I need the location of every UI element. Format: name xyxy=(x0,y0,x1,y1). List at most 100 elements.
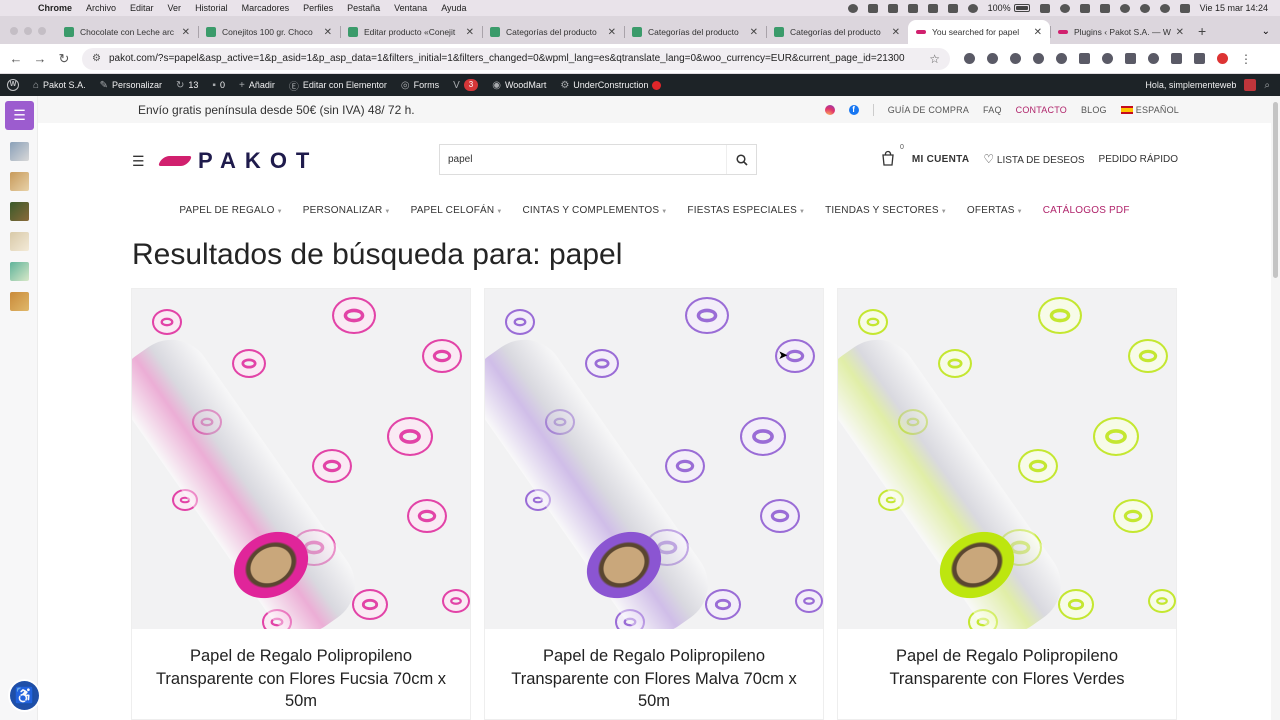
faq-link[interactable]: FAQ xyxy=(983,105,1002,115)
tab-search-icon[interactable]: ⌄ xyxy=(1262,26,1270,37)
browser-tab[interactable]: Categorías del producto ✕ xyxy=(766,20,908,44)
browser-tab[interactable]: Categorías del producto ✕ xyxy=(482,20,624,44)
sidebar-menu-button[interactable]: ☰ xyxy=(5,101,34,130)
account-greeting[interactable]: Hola, simplementeweb xyxy=(1145,80,1236,90)
wifi-icon[interactable] xyxy=(1139,3,1150,13)
search-input[interactable] xyxy=(440,145,726,174)
product-image[interactable] xyxy=(838,289,1176,629)
nav-item-tiendas[interactable]: TIENDAS Y SECTORES ▼ xyxy=(825,205,947,216)
extension-icon[interactable] xyxy=(964,53,975,64)
recent-product-thumbnail[interactable] xyxy=(10,232,29,251)
close-tab-icon[interactable]: ✕ xyxy=(750,27,758,38)
recent-product-thumbnail[interactable] xyxy=(10,142,29,161)
status-app-icon[interactable] xyxy=(867,3,878,13)
updates-link[interactable]: ↻ 13 xyxy=(169,80,205,91)
search-button[interactable] xyxy=(726,145,756,174)
menu-item[interactable]: Editar xyxy=(130,3,154,13)
close-tab-icon[interactable]: ✕ xyxy=(892,27,900,38)
facebook-icon[interactable]: f xyxy=(848,104,859,115)
comments-link[interactable]: ▪ 0 xyxy=(205,80,232,91)
cart-button[interactable]: 0 xyxy=(880,144,904,168)
close-tab-icon[interactable]: ✕ xyxy=(324,27,332,38)
browser-tab-active[interactable]: You searched for papel ✕ xyxy=(908,20,1050,44)
add-new-link[interactable]: + Añadir xyxy=(232,80,282,91)
product-card[interactable]: Papel de Regalo Polipropileno Transparen… xyxy=(484,288,824,720)
browser-tab[interactable]: Editar producto «Conejit ✕ xyxy=(340,20,482,44)
extension-icon[interactable] xyxy=(1010,53,1021,64)
product-image[interactable] xyxy=(485,289,823,629)
bookmark-star-icon[interactable]: ☆ xyxy=(929,52,940,66)
status-app-icon[interactable] xyxy=(907,3,918,13)
nav-item-fiestas[interactable]: FIESTAS ESPECIALES ▼ xyxy=(687,205,805,216)
status-app-icon[interactable] xyxy=(887,3,898,13)
product-title[interactable]: Papel de Regalo Polipropileno Transparen… xyxy=(142,645,460,713)
close-tab-icon[interactable]: ✕ xyxy=(1176,27,1184,38)
menu-item[interactable]: Historial xyxy=(195,3,228,13)
status-app-icon[interactable] xyxy=(947,3,958,13)
new-tab-button[interactable]: + xyxy=(1198,23,1206,39)
blog-link[interactable]: BLOG xyxy=(1081,105,1107,115)
recent-product-thumbnail[interactable] xyxy=(10,172,29,191)
status-app-icon[interactable] xyxy=(1059,3,1070,13)
instagram-icon[interactable] xyxy=(824,104,835,115)
browser-tab[interactable]: Chocolate con Leche arc ✕ xyxy=(56,20,198,44)
clock[interactable]: Vie 15 mar 14:24 xyxy=(1200,3,1268,13)
close-tab-icon[interactable]: ✕ xyxy=(466,27,474,38)
nav-item-cintas[interactable]: CINTAS Y COMPLEMENTOS ▼ xyxy=(522,205,667,216)
search-icon[interactable] xyxy=(1159,3,1170,13)
product-card[interactable]: Papel de Regalo Polipropileno Transparen… xyxy=(837,288,1177,720)
product-title[interactable]: Papel de Regalo Polipropileno Transparen… xyxy=(848,645,1166,690)
language-selector[interactable]: ESPAÑOL xyxy=(1120,105,1179,115)
browser-tab[interactable]: Plugins ‹ Pakot S.A. — W ✕ xyxy=(1050,20,1192,44)
nav-item-papel-regalo[interactable]: PAPEL DE REGALO ▼ xyxy=(179,205,282,216)
underconstruction-link[interactable]: ⚙ UnderConstruction xyxy=(553,80,668,91)
reload-button[interactable]: ↻ xyxy=(52,51,76,67)
extension-icon[interactable] xyxy=(987,53,998,64)
elementor-link[interactable]: Ⓔ Editar con Elementor xyxy=(282,78,394,93)
nav-item-papel-celofan[interactable]: PAPEL CELOFÁN ▼ xyxy=(411,205,503,216)
chrome-menu-icon[interactable]: ⋮ xyxy=(1240,52,1252,66)
scrollbar-thumb[interactable] xyxy=(1273,102,1278,278)
status-app-icon[interactable] xyxy=(1079,3,1090,13)
page-scrollbar[interactable] xyxy=(1271,96,1280,720)
back-button[interactable]: ← xyxy=(4,51,28,66)
status-app-icon[interactable] xyxy=(1099,3,1110,13)
accessibility-icon[interactable]: ♿ xyxy=(10,681,39,710)
status-app-icon[interactable] xyxy=(927,3,938,13)
recent-product-thumbnail[interactable] xyxy=(10,202,29,221)
menu-item[interactable]: Marcadores xyxy=(242,3,290,13)
nav-item-personalizar[interactable]: PERSONALIZAR ▼ xyxy=(303,205,391,216)
status-app-icon[interactable] xyxy=(1039,3,1050,13)
close-window-button[interactable] xyxy=(10,27,18,35)
forward-button[interactable]: → xyxy=(28,51,52,66)
product-title[interactable]: Papel de Regalo Polipropileno Transparen… xyxy=(495,645,813,713)
hamburger-menu-icon[interactable]: ☰ xyxy=(132,153,145,170)
menu-item[interactable]: Ver xyxy=(168,3,182,13)
profile-avatar[interactable] xyxy=(1217,53,1228,64)
site-name-link[interactable]: ⌂ Pakot S.A. xyxy=(26,80,93,91)
browser-tab[interactable]: Categorías del producto ✕ xyxy=(624,20,766,44)
extension-icon[interactable] xyxy=(1056,53,1067,64)
extensions-puzzle-icon[interactable] xyxy=(1171,53,1182,64)
avatar[interactable] xyxy=(1244,79,1257,91)
menu-item[interactable]: Perfiles xyxy=(303,3,333,13)
settings-icon[interactable] xyxy=(847,3,858,13)
site-info-icon[interactable]: ⚙ xyxy=(92,53,101,64)
product-card[interactable]: Papel de Regalo Polipropileno Transparen… xyxy=(131,288,471,720)
customize-link[interactable]: ✎ Personalizar xyxy=(93,80,169,91)
status-app-icon[interactable] xyxy=(967,3,978,13)
woodmart-link[interactable]: ◉ WoodMart xyxy=(485,80,553,91)
site-logo[interactable]: PAKOT xyxy=(158,148,318,174)
search-icon[interactable]: ⌕ xyxy=(1264,80,1270,91)
close-tab-icon[interactable]: ✕ xyxy=(182,27,190,38)
minimize-window-button[interactable] xyxy=(24,27,32,35)
product-image[interactable] xyxy=(132,289,470,629)
guide-link[interactable]: GUÍA DE COMPRA xyxy=(888,105,969,115)
nav-item-ofertas[interactable]: OFERTAS ▼ xyxy=(967,205,1023,216)
control-center-icon[interactable] xyxy=(1179,3,1190,13)
menu-item[interactable]: Ventana xyxy=(394,3,427,13)
extension-icon[interactable] xyxy=(1033,53,1044,64)
nav-item-catalogos-pdf[interactable]: CATÁLOGOS PDF xyxy=(1043,205,1130,216)
menu-item[interactable]: Ayuda xyxy=(441,3,466,13)
browser-tab[interactable]: Conejitos 100 gr. Choco ✕ xyxy=(198,20,340,44)
